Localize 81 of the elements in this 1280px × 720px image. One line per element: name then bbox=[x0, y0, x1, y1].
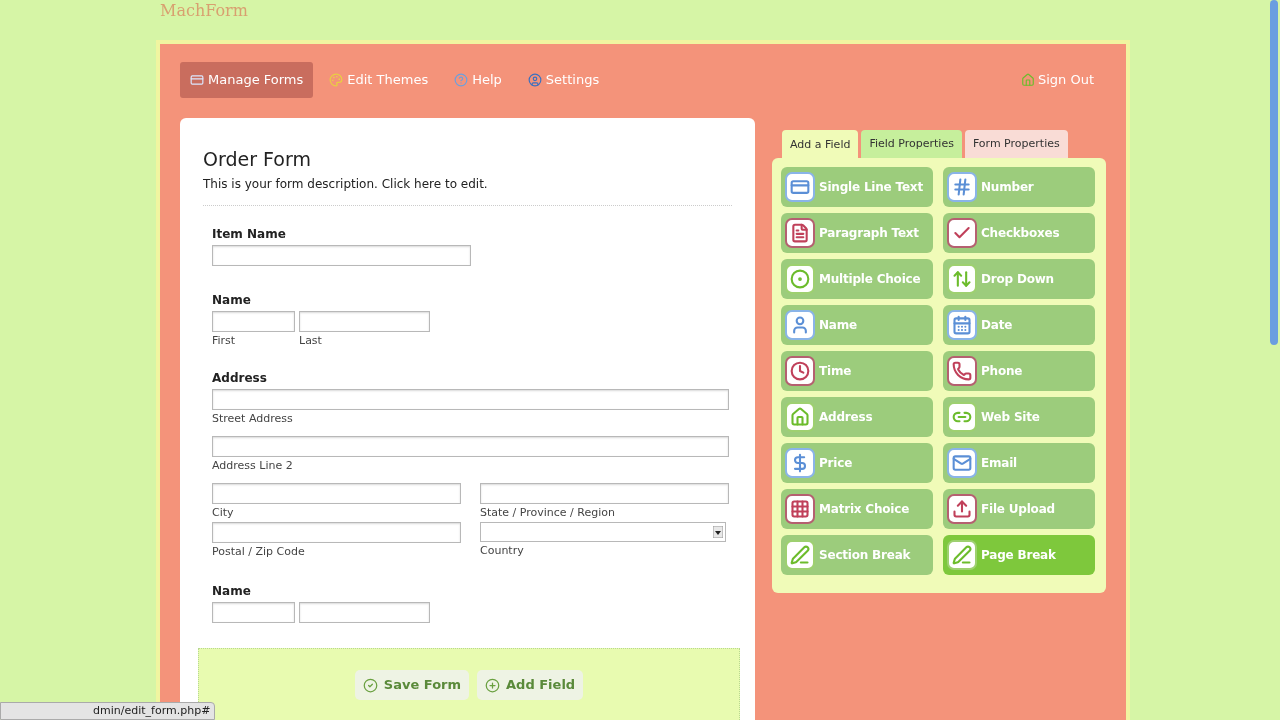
house-icon bbox=[1020, 73, 1035, 87]
phone-icon bbox=[947, 356, 977, 386]
dropdown-arrow-icon bbox=[713, 526, 723, 538]
field-sublabel: Postal / Zip Code bbox=[212, 545, 306, 559]
calendar-icon bbox=[947, 310, 977, 340]
action-button[interactable]: Add Field bbox=[477, 670, 584, 700]
field-label: Item Name bbox=[212, 226, 287, 242]
input-field[interactable] bbox=[212, 522, 461, 543]
checkmark-icon bbox=[362, 677, 378, 693]
field-type-button[interactable]: Number bbox=[943, 167, 1095, 207]
number-icon bbox=[947, 172, 977, 202]
field-type-button[interactable]: Single Line Text bbox=[781, 167, 933, 207]
envelope-icon bbox=[947, 448, 977, 478]
panel-tab[interactable]: Form Properties bbox=[964, 130, 1068, 158]
house-icon bbox=[785, 402, 815, 432]
field-type-button[interactable]: Email bbox=[943, 443, 1095, 483]
field-type-button[interactable]: Page Break bbox=[943, 535, 1095, 575]
input-field[interactable] bbox=[299, 602, 430, 623]
pencil-icon bbox=[947, 540, 977, 570]
field-type-button[interactable]: Paragraph Text bbox=[781, 213, 933, 253]
input-field[interactable] bbox=[212, 483, 461, 504]
field-type-button[interactable]: Time bbox=[781, 351, 933, 391]
radio-icon bbox=[785, 264, 815, 294]
field-sublabel: Last bbox=[299, 334, 323, 348]
pencil-icon bbox=[785, 540, 815, 570]
field-sublabel: Address Line 2 bbox=[212, 459, 294, 473]
sign-out-link[interactable]: Sign Out bbox=[1020, 70, 1094, 90]
input-field[interactable] bbox=[212, 311, 295, 332]
field-sublabel: Country bbox=[480, 544, 525, 558]
dollar-icon bbox=[785, 448, 815, 478]
field-type-button[interactable]: Address bbox=[781, 397, 933, 437]
link-icon bbox=[947, 402, 977, 432]
field-sublabel: First bbox=[212, 334, 237, 348]
text-field-icon bbox=[785, 172, 815, 202]
field-sublabel: City bbox=[212, 506, 235, 520]
field-label: Name bbox=[212, 292, 252, 308]
field-type-button[interactable]: Checkboxes bbox=[943, 213, 1095, 253]
checkmark-icon bbox=[947, 218, 977, 248]
panel-tab[interactable]: Field Properties bbox=[861, 130, 962, 158]
panel-tab[interactable]: Add a Field bbox=[782, 130, 859, 160]
nav-tab[interactable]: Manage Forms bbox=[180, 62, 314, 98]
palette-icon bbox=[329, 73, 344, 87]
status-bar-url: dmin/edit_form.php# bbox=[0, 702, 216, 720]
input-field[interactable] bbox=[212, 245, 471, 266]
field-label: Name bbox=[212, 583, 252, 599]
logo: MachForm bbox=[160, 2, 248, 20]
input-field[interactable] bbox=[212, 389, 729, 410]
field-type-button[interactable]: Name bbox=[781, 305, 933, 345]
field-type-button[interactable]: File Upload bbox=[943, 489, 1095, 529]
grid-icon bbox=[785, 494, 815, 524]
field-type-button[interactable]: Section Break bbox=[781, 535, 933, 575]
up-down-arrows-icon bbox=[947, 264, 977, 294]
field-sublabel: Street Address bbox=[212, 412, 294, 426]
field-type-button[interactable]: Price bbox=[781, 443, 933, 483]
field-type-button[interactable]: Multiple Choice bbox=[781, 259, 933, 299]
input-field[interactable] bbox=[480, 483, 729, 504]
country-dropdown[interactable] bbox=[480, 522, 726, 542]
field-sublabel: State / Province / Region bbox=[480, 506, 616, 520]
field-type-button[interactable]: Matrix Choice bbox=[781, 489, 933, 529]
plus-icon bbox=[485, 677, 501, 693]
form-icon bbox=[190, 73, 204, 87]
clock-icon bbox=[785, 356, 815, 386]
input-field[interactable] bbox=[299, 311, 430, 332]
nav-tab[interactable]: Help bbox=[444, 62, 512, 98]
input-field[interactable] bbox=[212, 436, 729, 457]
field-type-button[interactable]: Web Site bbox=[943, 397, 1095, 437]
field-type-button[interactable]: Drop Down bbox=[943, 259, 1095, 299]
person-icon bbox=[785, 310, 815, 340]
field-type-button[interactable]: Date bbox=[943, 305, 1095, 345]
nav-tab[interactable]: Edit Themes bbox=[319, 62, 439, 98]
nav-tab[interactable]: Settings bbox=[517, 62, 610, 98]
help-icon bbox=[454, 73, 469, 87]
action-button[interactable]: Save Form bbox=[354, 670, 470, 700]
document-icon bbox=[785, 218, 815, 248]
form-description: This is your form description. Click here to edit. bbox=[203, 176, 489, 193]
field-label: Address bbox=[212, 370, 268, 386]
upload-icon bbox=[947, 494, 977, 524]
form-title: Order Form bbox=[203, 147, 312, 172]
field-type-button[interactable]: Phone bbox=[943, 351, 1095, 391]
input-field[interactable] bbox=[212, 602, 295, 623]
user-icon bbox=[527, 73, 542, 87]
